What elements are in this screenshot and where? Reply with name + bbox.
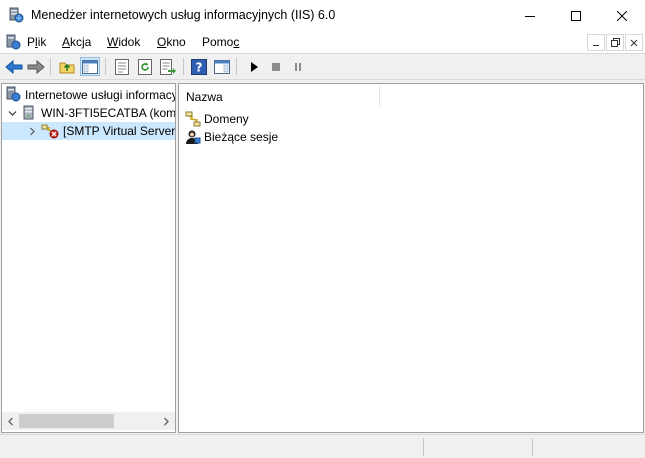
export-list-icon [160, 58, 176, 75]
minimize-icon [593, 44, 599, 46]
maximize-icon [571, 10, 581, 21]
list-item-label: Domeny [204, 112, 249, 126]
export-list-button[interactable] [158, 57, 178, 76]
scrollbar-thumb[interactable] [19, 414, 114, 428]
tree-item-server[interactable]: WIN-3FTI5ECATBA (komputer lokalny) [2, 104, 175, 122]
close-button[interactable] [599, 0, 645, 31]
pause-button[interactable] [288, 57, 308, 76]
details-pane[interactable]: Nazwa Domeny Bieżące sesje [178, 83, 644, 433]
tree-root-label: Internetowe usługi informacyjne [25, 88, 176, 102]
up-folder-icon [59, 62, 75, 74]
back-icon [5, 59, 23, 74]
expand-chevron-icon[interactable] [28, 127, 37, 136]
help-button[interactable]: ? [189, 57, 209, 76]
scroll-right-button[interactable] [158, 412, 175, 430]
menu-okno[interactable]: Okno [157, 35, 186, 49]
tree-pane[interactable]: Internetowe usługi informacyjne WIN-3FTI… [1, 83, 176, 433]
status-divider [423, 438, 424, 456]
column-divider[interactable] [379, 86, 380, 106]
refresh-button[interactable] [135, 57, 155, 76]
child-minimize-button[interactable] [587, 34, 605, 51]
maximize-button[interactable] [553, 0, 599, 31]
menu-widok[interactable]: Widok [107, 35, 140, 49]
scroll-left-button[interactable] [2, 412, 19, 430]
column-header-row: Nazwa [179, 84, 643, 108]
smtp-server-stopped-icon [41, 123, 59, 139]
status-divider [532, 438, 533, 456]
close-icon [617, 10, 627, 21]
forward-button[interactable] [26, 57, 46, 76]
properties-button[interactable] [112, 57, 132, 76]
back-button[interactable] [4, 57, 24, 76]
column-header-nazwa[interactable]: Nazwa [186, 90, 223, 104]
svg-text:?: ? [196, 60, 203, 74]
show-hide-action-pane-button[interactable] [212, 57, 232, 76]
show-hide-tree-button[interactable] [80, 57, 100, 76]
close-icon [630, 39, 638, 46]
menu-plik[interactable]: Plik [27, 35, 46, 49]
window-title: Menedżer internetowych usług informacyjn… [31, 8, 336, 22]
properties-icon [115, 58, 129, 75]
start-button[interactable] [244, 57, 264, 76]
tree-item-smtp-virtual-server[interactable]: [SMTP Virtual Server #1] [2, 122, 175, 140]
tree-server-label: WIN-3FTI5ECATBA (komputer lokalny) [41, 106, 176, 120]
server-icon [21, 105, 37, 121]
minimize-icon [525, 15, 535, 17]
start-icon [251, 61, 258, 72]
collapse-chevron-icon[interactable] [8, 109, 17, 118]
minimize-button[interactable] [507, 0, 553, 31]
menu-pomoc[interactable]: Pomoc [202, 35, 239, 49]
restore-icon [610, 38, 620, 47]
scroll-right-icon [164, 417, 169, 425]
stop-icon [272, 62, 280, 71]
list-item-domeny[interactable]: Domeny [185, 110, 249, 128]
title-bar[interactable]: Menedżer internetowych usług informacyjn… [0, 0, 645, 31]
iis-manager-icon [8, 7, 24, 23]
list-item-biezace-sesje[interactable]: Bieżące sesje [185, 128, 278, 146]
tree-smtp-label: [SMTP Virtual Server #1] [63, 124, 176, 138]
forward-icon [27, 59, 45, 74]
up-folder-button[interactable] [57, 57, 77, 76]
help-icon: ? [191, 58, 207, 75]
show-hide-tree-icon [82, 59, 98, 74]
document-window-icon[interactable] [5, 34, 21, 50]
status-bar [0, 434, 645, 458]
child-restore-button[interactable] [606, 34, 624, 51]
refresh-icon [138, 58, 152, 75]
menu-akcja[interactable]: Akcja [62, 35, 91, 49]
child-close-button[interactable] [625, 34, 643, 51]
show-hide-action-pane-icon [214, 59, 230, 74]
domains-icon [185, 111, 201, 127]
tree-item-root[interactable]: Internetowe usługi informacyjne [2, 86, 175, 104]
stop-button[interactable] [266, 57, 286, 76]
pause-icon [295, 62, 301, 71]
menu-bar: Plik Akcja Widok Okno Pomoc [0, 31, 645, 53]
list-item-label: Bieżące sesje [204, 130, 279, 144]
current-sessions-icon [185, 129, 201, 145]
horizontal-scrollbar[interactable] [2, 412, 175, 430]
scroll-left-icon [8, 417, 13, 425]
iis-manager-icon [5, 86, 21, 105]
